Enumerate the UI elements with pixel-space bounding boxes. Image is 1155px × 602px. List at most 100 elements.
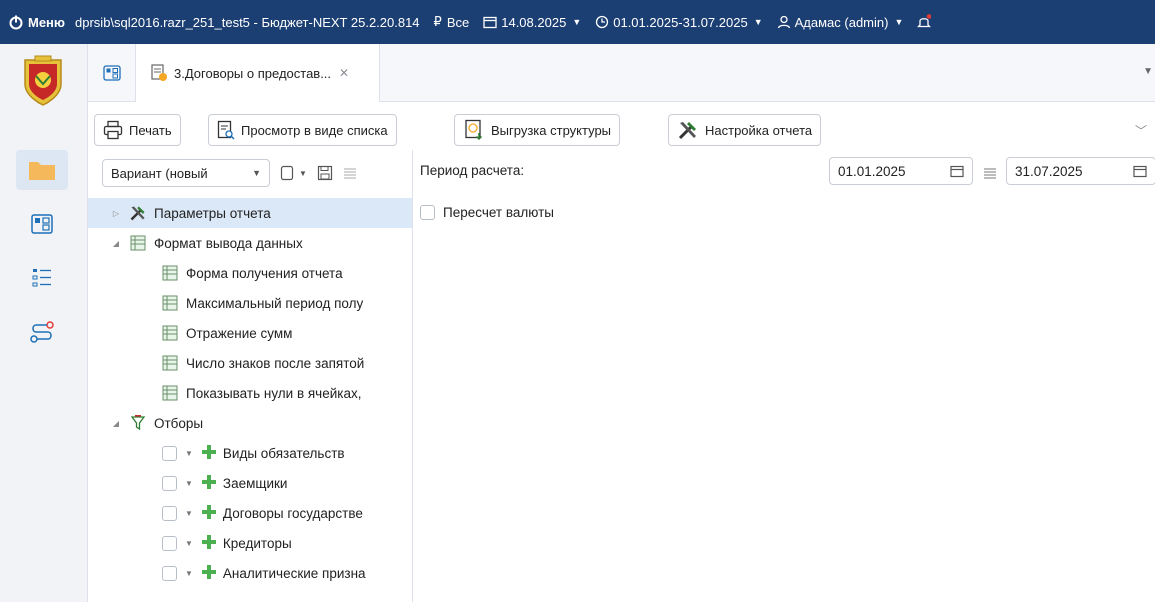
user-label: Адамас (admin) xyxy=(794,14,889,30)
chevron-down-icon[interactable]: ▼ xyxy=(185,449,193,458)
plus-icon xyxy=(201,534,217,553)
period-list-icon[interactable] xyxy=(983,166,997,183)
tree-node-label: Кредиторы xyxy=(222,535,292,551)
date-label: 14.08.2025 xyxy=(501,14,567,30)
chevron-down-icon: ▼ xyxy=(572,17,582,27)
tree-node-format-item[interactable]: Показывать нули в ячейках, xyxy=(88,378,412,408)
calendar-icon xyxy=(483,16,497,29)
tree-node-filter-item[interactable]: ▼ Аналитические призна xyxy=(88,558,412,588)
chevron-down-icon[interactable]: ﹀ xyxy=(1135,122,1147,139)
title-bar: Меню dprsib\sql2016.razr_251_test5 - Бюд… xyxy=(0,0,1155,44)
export-structure-label: Выгрузка структуры xyxy=(491,122,612,138)
currency-selector[interactable]: ₽ Все xyxy=(434,14,470,30)
settings-tree: ▷ Параметры отчета ◢ Формат вывода данны… xyxy=(88,198,412,588)
plus-icon xyxy=(201,444,217,463)
new-variant-button[interactable]: ▼ xyxy=(280,165,307,181)
tree-node-format-item[interactable]: Форма получения отчета xyxy=(88,258,412,288)
chevron-down-icon: ▼ xyxy=(753,17,763,27)
filter-checkbox[interactable] xyxy=(162,535,177,551)
currency-label: Все xyxy=(446,14,470,30)
calendar-icon[interactable] xyxy=(1133,164,1147,178)
report-settings-button[interactable]: Настройка отчета xyxy=(668,114,822,146)
date-from-field[interactable]: 01.01.2025 xyxy=(829,157,973,185)
close-icon[interactable]: ✕ xyxy=(339,66,349,80)
tree-node-label: Число знаков после запятой xyxy=(186,355,365,371)
collapse-icon[interactable]: ◢ xyxy=(110,419,122,428)
tab-report-title: 3.Договоры о предостав... xyxy=(174,65,332,81)
list-view-button[interactable]: Просмотр в виде списка xyxy=(208,114,397,146)
filter-checkbox[interactable] xyxy=(162,505,177,521)
tree-node-label: Отражение сумм xyxy=(186,325,293,341)
period-selector[interactable]: 01.01.2025-31.07.2025 ▼ xyxy=(595,14,763,30)
tree-node-report-params[interactable]: ▷ Параметры отчета xyxy=(88,198,412,228)
chevron-down-icon[interactable]: ▼ xyxy=(185,479,193,488)
report-toolbar: Печать Просмотр в виде списка Выгрузка с… xyxy=(88,110,1155,150)
variant-select[interactable]: Вариант (новый ▼ xyxy=(102,159,270,187)
power-icon xyxy=(9,15,23,30)
tab-report[interactable]: 3.Договоры о предостав... ✕ xyxy=(136,44,380,102)
period-label: 01.01.2025-31.07.2025 xyxy=(613,14,748,30)
list-view-label: Просмотр в виде списка xyxy=(241,122,388,138)
date-to-field[interactable]: 31.07.2025 xyxy=(1006,157,1155,185)
folder-icon xyxy=(29,162,55,180)
tabs-dropdown-icon[interactable]: ▼ xyxy=(1143,66,1153,77)
chevron-down-icon[interactable]: ▼ xyxy=(185,569,193,578)
export-structure-icon xyxy=(465,119,483,141)
tree-node-format-item[interactable]: Отражение сумм xyxy=(88,318,412,348)
printer-icon xyxy=(103,120,123,140)
tree-node-filter-item[interactable]: ▼ Заемщики xyxy=(88,468,412,498)
report-settings-label: Настройка отчета xyxy=(705,122,813,138)
print-button[interactable]: Печать xyxy=(94,114,181,146)
connection-title: dprsib\sql2016.razr_251_test5 - Бюджет-N… xyxy=(75,15,420,30)
variant-list-button[interactable] xyxy=(343,166,357,180)
new-document-icon xyxy=(280,165,294,181)
tree-node-filter-item[interactable]: ▼ Виды обязательств xyxy=(88,438,412,468)
tab-home[interactable] xyxy=(88,44,136,102)
tree-node-filter-item[interactable]: ▼ Договоры государстве xyxy=(88,498,412,528)
user-menu[interactable]: Адамас (admin) ▼ xyxy=(777,14,903,30)
plus-icon xyxy=(201,504,217,523)
tree-node-label: Форма получения отчета xyxy=(186,265,343,281)
user-icon xyxy=(777,15,790,29)
notifications-button[interactable] xyxy=(917,14,935,30)
period-label: Период расчета: xyxy=(420,163,525,178)
rail-folder-button[interactable] xyxy=(16,150,68,190)
expand-icon[interactable]: ▷ xyxy=(110,209,122,218)
plus-icon xyxy=(201,564,217,583)
tab-strip: 3.Договоры о предостав... ✕ ▼ xyxy=(88,44,1155,102)
filter-checkbox[interactable] xyxy=(162,475,177,491)
route-icon xyxy=(30,321,54,343)
rail-dashboard-button[interactable] xyxy=(16,204,68,244)
chevron-down-icon: ▼ xyxy=(299,168,307,178)
save-variant-button[interactable] xyxy=(317,165,333,181)
rail-route-button[interactable] xyxy=(16,312,68,352)
tree-node-format-item[interactable]: Максимальный период полу xyxy=(88,288,412,318)
calendar-icon[interactable] xyxy=(950,164,964,178)
collapse-icon[interactable]: ◢ xyxy=(110,239,122,248)
table-form-icon xyxy=(128,234,148,252)
filter-checkbox[interactable] xyxy=(162,445,177,461)
export-structure-button[interactable]: Выгрузка структуры xyxy=(454,114,621,146)
currency-recalc-checkbox[interactable] xyxy=(420,205,435,220)
tree-node-label: Показывать нули в ячейках, xyxy=(186,385,362,401)
tree-node-label: Максимальный период полу xyxy=(186,295,364,311)
tree-node-label: Отборы xyxy=(154,415,204,431)
tools-icon xyxy=(128,204,148,222)
tree-node-filter-item[interactable]: ▼ Кредиторы xyxy=(88,528,412,558)
left-rail xyxy=(0,44,88,602)
tree-node-format-item[interactable]: Число знаков после запятой xyxy=(88,348,412,378)
chevron-down-icon[interactable]: ▼ xyxy=(185,539,193,548)
date-selector[interactable]: 14.08.2025 ▼ xyxy=(483,15,581,30)
menu-button[interactable]: Меню xyxy=(8,14,65,30)
currency-recalc-option[interactable]: Пересчет валюты xyxy=(420,205,554,220)
filter-checkbox[interactable] xyxy=(162,565,177,581)
tree-node-filters[interactable]: ◢ Отборы xyxy=(88,408,412,438)
tree-node-label: Аналитические призна xyxy=(222,565,366,581)
dashboard-icon xyxy=(31,214,53,234)
tree-node-label: Виды обязательств xyxy=(222,445,345,461)
filter-icon xyxy=(128,414,148,432)
variant-row: Вариант (новый ▼ ▼ xyxy=(102,158,402,188)
chevron-down-icon[interactable]: ▼ xyxy=(185,509,193,518)
tree-node-output-format[interactable]: ◢ Формат вывода данных xyxy=(88,228,412,258)
rail-tree-list-button[interactable] xyxy=(16,258,68,298)
